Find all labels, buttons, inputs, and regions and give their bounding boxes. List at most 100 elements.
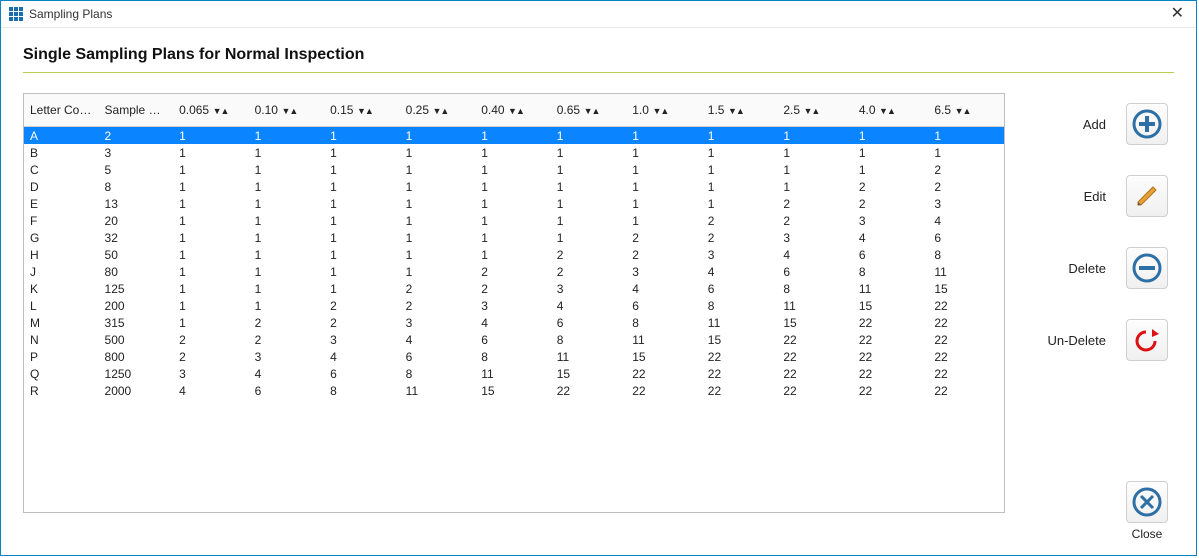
table-cell: 1	[928, 144, 1004, 161]
table-cell: 2000	[99, 382, 174, 399]
table-cell: 3	[702, 246, 778, 263]
table-row[interactable]: F2011111112234	[24, 212, 1004, 229]
table-cell: 8	[626, 314, 702, 331]
sort-arrows-icon: ▼▲	[280, 106, 297, 116]
column-header[interactable]: Letter Cod...	[24, 94, 99, 127]
table-cell: 4	[324, 348, 400, 365]
table-cell: 2	[626, 229, 702, 246]
table-cell: 4	[173, 382, 249, 399]
table-cell: 1250	[99, 365, 174, 382]
table-cell: 1	[324, 212, 400, 229]
table-row[interactable]: D811111111122	[24, 178, 1004, 195]
table-cell: 1	[324, 229, 400, 246]
sort-arrows-icon: ▼▲	[507, 106, 524, 116]
column-header[interactable]: 1.5 ▼▲	[702, 94, 778, 127]
table-cell: 2	[475, 280, 551, 297]
table-cell: 2	[626, 246, 702, 263]
table-row[interactable]: A211111111111	[24, 127, 1004, 145]
column-header[interactable]: 1.0 ▼▲	[626, 94, 702, 127]
table-cell: 1	[173, 280, 249, 297]
table-cell: 1	[853, 127, 929, 145]
table-cell: 1	[400, 212, 476, 229]
table-row[interactable]: P80023468111522222222	[24, 348, 1004, 365]
table-row[interactable]: J80111122346811	[24, 263, 1004, 280]
table-row[interactable]: B311111111111	[24, 144, 1004, 161]
table-cell: 1	[249, 178, 325, 195]
table-cell: 1	[249, 229, 325, 246]
table-cell: 1	[777, 178, 853, 195]
table-cell: 3	[551, 280, 627, 297]
table-cell: 1	[853, 161, 929, 178]
table-cell: 1	[249, 144, 325, 161]
table-cell: 8	[324, 382, 400, 399]
table-cell: 8	[853, 263, 929, 280]
close-button[interactable]: Close	[1126, 481, 1168, 541]
table-cell: 6	[853, 246, 929, 263]
table-cell: 2	[551, 263, 627, 280]
table-cell: P	[24, 348, 99, 365]
column-header[interactable]: 0.065 ▼▲	[173, 94, 249, 127]
table-cell: 3	[99, 144, 174, 161]
column-header[interactable]: 0.25 ▼▲	[400, 94, 476, 127]
table-cell: 3	[324, 331, 400, 348]
sort-arrows-icon: ▼▲	[726, 106, 743, 116]
delete-button[interactable]: Delete	[1046, 247, 1168, 289]
window-close-button[interactable]: ✕	[1167, 6, 1188, 22]
table-cell: 2	[99, 127, 174, 145]
table-cell: 1	[400, 195, 476, 212]
column-header[interactable]: 0.10 ▼▲	[249, 94, 325, 127]
table-cell: 1	[249, 297, 325, 314]
table-cell: B	[24, 144, 99, 161]
table-row[interactable]: R20004681115222222222222	[24, 382, 1004, 399]
table-cell: 22	[626, 365, 702, 382]
table-cell: 1	[626, 212, 702, 229]
column-header[interactable]: 2.5 ▼▲	[777, 94, 853, 127]
table-cell: 6	[928, 229, 1004, 246]
table-cell: 11	[400, 382, 476, 399]
table-cell: 22	[777, 331, 853, 348]
table-row[interactable]: E1311111111223	[24, 195, 1004, 212]
undelete-button[interactable]: Un-Delete	[1046, 319, 1168, 361]
table-row[interactable]: C511111111112	[24, 161, 1004, 178]
table-cell: 1	[324, 246, 400, 263]
table-cell: H	[24, 246, 99, 263]
divider	[23, 72, 1174, 73]
table-cell: 3	[853, 212, 929, 229]
table-cell: 2	[173, 348, 249, 365]
column-header[interactable]: 4.0 ▼▲	[853, 94, 929, 127]
column-header[interactable]: Sample Siz...	[99, 94, 174, 127]
edit-button[interactable]: Edit	[1046, 175, 1168, 217]
table-cell: 22	[551, 382, 627, 399]
table-row[interactable]: G3211111122346	[24, 229, 1004, 246]
table-cell: 8	[400, 365, 476, 382]
table-cell: 2	[702, 212, 778, 229]
table-row[interactable]: H5011111223468	[24, 246, 1004, 263]
table-cell: 1	[173, 195, 249, 212]
table-cell: 1	[173, 144, 249, 161]
table-cell: 1	[173, 297, 249, 314]
table-cell: 22	[777, 365, 853, 382]
table-cell: 1	[173, 263, 249, 280]
table-cell: 1	[777, 161, 853, 178]
table-cell: 1	[626, 195, 702, 212]
table-cell: 4	[853, 229, 929, 246]
table-row[interactable]: L20011223468111522	[24, 297, 1004, 314]
table-cell: 800	[99, 348, 174, 365]
column-header[interactable]: 6.5 ▼▲	[928, 94, 1004, 127]
table-cell: 8	[702, 297, 778, 314]
add-button[interactable]: Add	[1046, 103, 1168, 145]
sampling-plans-table[interactable]: Letter Cod...Sample Siz...0.065 ▼▲0.10 ▼…	[23, 93, 1005, 513]
table-cell: 1	[777, 144, 853, 161]
column-header[interactable]: 0.40 ▼▲	[475, 94, 551, 127]
table-cell: 8	[475, 348, 551, 365]
table-cell: 20	[99, 212, 174, 229]
table-row[interactable]: N5002234681115222222	[24, 331, 1004, 348]
column-header[interactable]: 0.65 ▼▲	[551, 94, 627, 127]
table-cell: 1	[551, 127, 627, 145]
table-cell: 1	[324, 127, 400, 145]
column-header[interactable]: 0.15 ▼▲	[324, 94, 400, 127]
table-row[interactable]: K1251112234681115	[24, 280, 1004, 297]
table-cell: 1	[400, 246, 476, 263]
table-row[interactable]: Q1250346811152222222222	[24, 365, 1004, 382]
table-row[interactable]: M315122346811152222	[24, 314, 1004, 331]
